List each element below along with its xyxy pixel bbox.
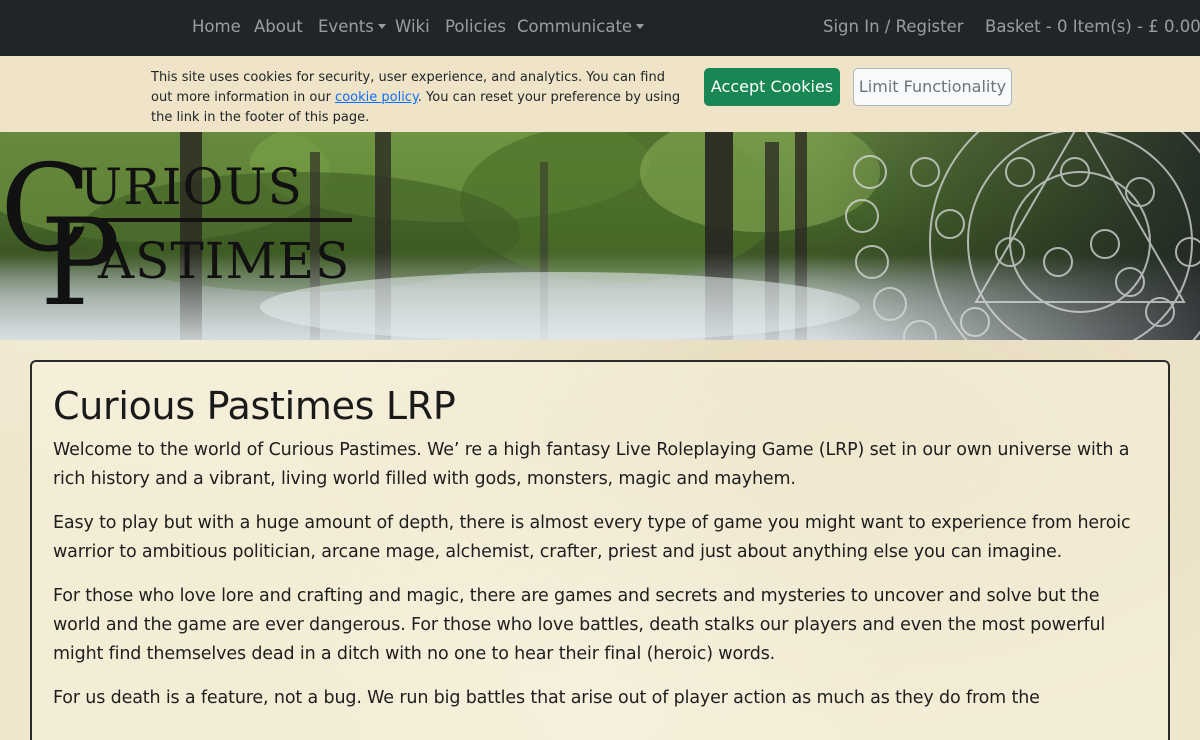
nav-policies[interactable]: Policies — [445, 17, 506, 36]
intro-paragraph-1: Welcome to the world of Curious Pastimes… — [53, 440, 1130, 489]
intro-paragraph-4: For us death is a feature, not a bug. We… — [53, 688, 1040, 708]
logo-line-2: ASTIMES — [97, 232, 350, 290]
nav-wiki[interactable]: Wiki — [395, 17, 430, 36]
nav-basket[interactable]: Basket - 0 Item(s) - £ 0.00 — [985, 17, 1200, 36]
top-navbar: Home About Events Wiki Policies Communic… — [0, 0, 1200, 56]
intro-paragraph-3: For those who love lore and crafting and… — [53, 586, 1106, 664]
nav-about[interactable]: About — [254, 17, 303, 36]
header-banner: C URIOUS P ASTIMES — [0, 132, 1200, 340]
cookie-message: This site uses cookies for security, use… — [151, 68, 681, 128]
curious-pastimes-logo: C URIOUS P ASTIMES — [0, 140, 352, 332]
nav-home[interactable]: Home — [192, 17, 241, 36]
nav-communicate[interactable]: Communicate — [517, 17, 645, 36]
chevron-down-icon — [636, 24, 645, 29]
limit-functionality-button[interactable]: Limit Functionality — [853, 68, 1012, 106]
cookie-policy-link[interactable]: cookie policy — [335, 90, 418, 105]
logo-divider — [82, 218, 352, 222]
nav-sign-in[interactable]: Sign In / Register — [823, 17, 964, 36]
page-title: Curious Pastimes LRP — [53, 384, 456, 428]
nav-communicate-label: Communicate — [517, 17, 633, 36]
intro-paragraph-2: Easy to play but with a huge amount of d… — [53, 513, 1131, 562]
accept-cookies-button[interactable]: Accept Cookies — [704, 68, 840, 106]
nav-events[interactable]: Events — [318, 17, 386, 36]
cookie-banner: This site uses cookies for security, use… — [0, 56, 1200, 132]
intro-card: Curious Pastimes LRP Welcome to the worl… — [30, 360, 1170, 740]
chevron-down-icon — [377, 24, 386, 29]
nav-events-label: Events — [318, 17, 374, 36]
